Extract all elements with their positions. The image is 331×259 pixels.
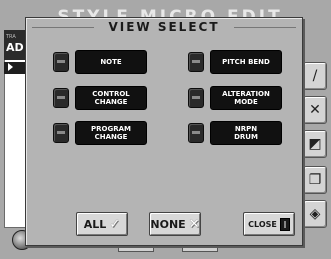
view-select-dialog: VIEW SELECT NOTE CONTROL CHANGE PROGRAM … — [25, 17, 303, 246]
led-indicator-icon[interactable] — [53, 52, 69, 72]
door-icon — [279, 217, 290, 231]
pencil-icon: / — [312, 68, 318, 84]
option-label[interactable]: CONTROL CHANGE — [75, 86, 147, 110]
led-indicator-icon[interactable] — [53, 123, 69, 143]
delete-icon: ✕ — [309, 102, 321, 118]
delete-button[interactable]: ✕ — [303, 96, 327, 124]
none-button[interactable]: NONE ✕ — [149, 212, 201, 236]
option-label[interactable]: NRPN DRUM — [210, 121, 282, 145]
screen: STYLE MICRO EDIT TRA AD / ✕ ◩ ❐ ◈ VIEW S… — [0, 0, 331, 259]
bottle-button[interactable]: ◈ — [303, 200, 327, 228]
list-header-label: AD — [6, 41, 24, 54]
option-label[interactable]: NOTE — [75, 50, 147, 74]
none-button-label: NONE — [150, 217, 186, 231]
option-label[interactable]: PROGRAM CHANGE — [75, 121, 147, 145]
copy-button[interactable]: ❐ — [303, 166, 327, 194]
pencil-button[interactable]: / — [303, 62, 327, 90]
option-label[interactable]: ALTERATION MODE — [210, 86, 282, 110]
led-indicator-icon[interactable] — [188, 88, 204, 108]
title-divider-right — [234, 27, 296, 28]
all-button[interactable]: ALL ✓ — [76, 212, 128, 236]
led-indicator-icon[interactable] — [53, 88, 69, 108]
row-pointer-icon — [8, 63, 13, 71]
check-icon: ✓ — [109, 216, 121, 232]
led-indicator-icon[interactable] — [188, 52, 204, 72]
close-button[interactable]: CLOSE — [243, 212, 295, 236]
all-button-label: ALL — [83, 217, 107, 231]
led-indicator-icon[interactable] — [188, 123, 204, 143]
eraser-icon: ◩ — [308, 136, 322, 152]
bottle-icon: ◈ — [309, 206, 321, 222]
option-label[interactable]: PITCH BEND — [210, 50, 282, 74]
close-button-label: CLOSE — [248, 219, 277, 229]
x-icon: ✕ — [188, 216, 200, 232]
eraser-button[interactable]: ◩ — [303, 130, 327, 158]
list-header-small-label: TRA — [6, 34, 16, 40]
copy-icon: ❐ — [308, 172, 322, 188]
